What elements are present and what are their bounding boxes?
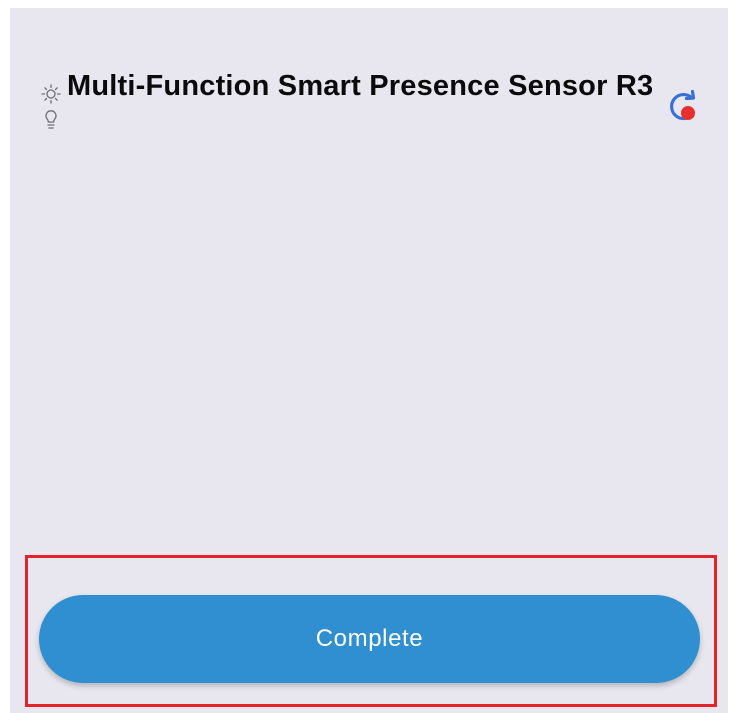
device-title: Multi-Function Smart Presence Sensor R3: [67, 70, 654, 102]
refresh-badge: [681, 106, 695, 120]
sun-bulb-icon: [37, 80, 65, 144]
refresh-icon: [670, 89, 696, 121]
refresh-button[interactable]: [662, 86, 702, 126]
sun-bulb-icon-graphic: [41, 84, 61, 129]
app-screen: Multi-Function Smart Presence Sensor R3 …: [0, 0, 736, 713]
complete-button[interactable]: Complete: [39, 595, 700, 683]
